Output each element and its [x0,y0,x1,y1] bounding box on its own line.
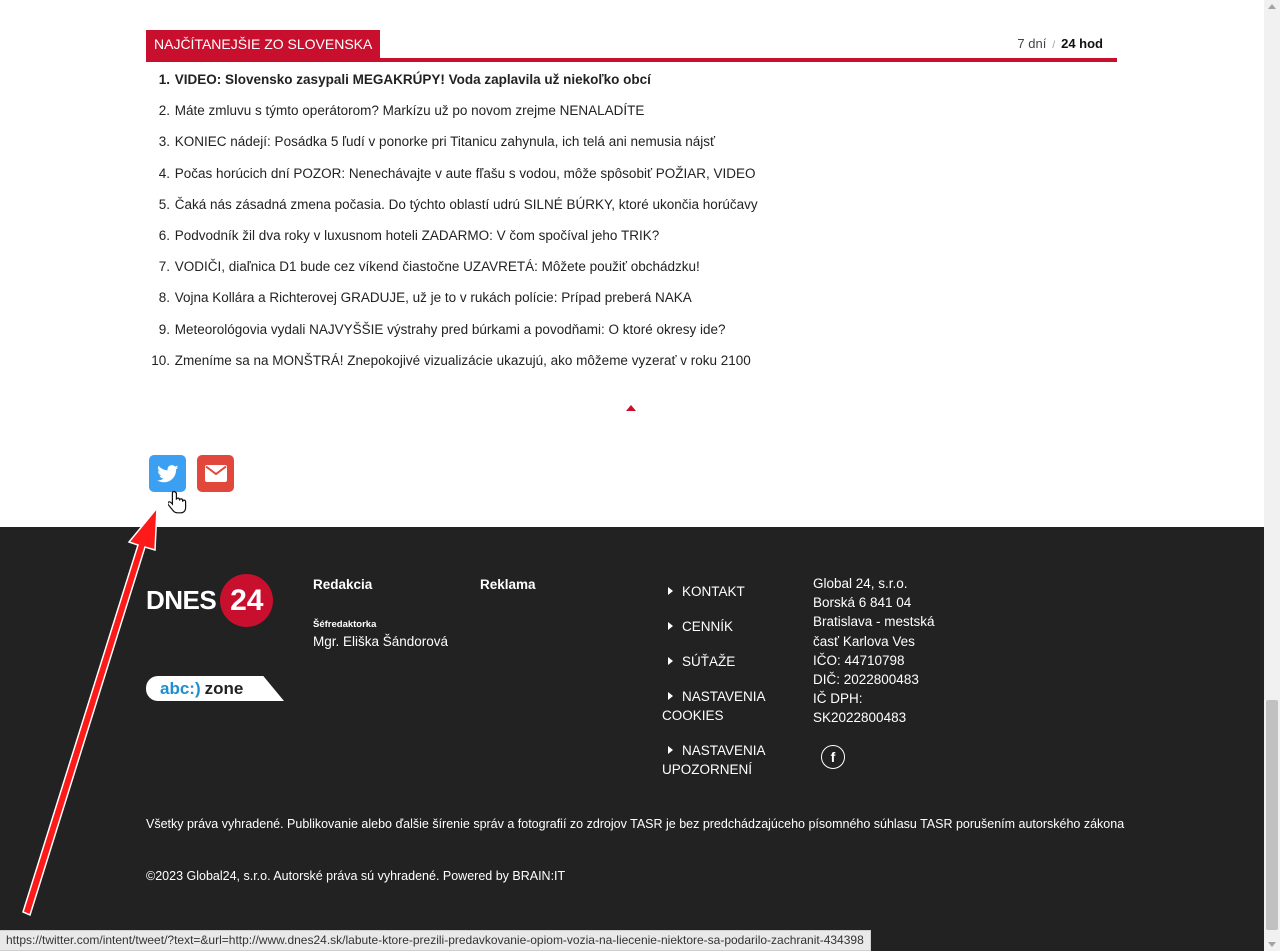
article-link[interactable]: VIDEO: Slovensko zasypali MEGAKRÚPY! Vod… [175,72,651,87]
address-line: Borská 6 841 04 [813,595,912,611]
status-bar-url: https://twitter.com/intent/tweet/?text=&… [0,930,871,951]
article-link[interactable]: Máte zmluvu s týmto operátorom? Markízu … [175,103,645,118]
logo-number: 24 [220,574,274,627]
article-link[interactable]: Čaká nás zásadná zmena počasia. Do týcht… [175,197,758,212]
rights-notice: Všetky práva vyhradené. Publikovanie ale… [146,817,1125,831]
abc-zone-logo[interactable]: abc:) zone [146,676,284,701]
article-link[interactable]: Zmeníme sa na MONŠTRÁ! Znepokojivé vizua… [175,353,751,368]
article-link[interactable]: VODIČI, diaľnica D1 bude cez víkend čias… [175,259,700,274]
facebook-icon[interactable]: f [821,745,845,769]
list-item[interactable]: 6. Podvodník žil dva roky v luxusnom hot… [146,220,1117,251]
editor-name: Mgr. Eliška Šándorová [313,634,449,649]
footer: DNES 24 abc:) zone Redakcia Šéfredaktorka… [0,527,1264,951]
address-line: DIČ: 2022800483 [813,672,919,688]
footer-link-sutaze[interactable]: SÚŤAŽE [662,652,792,671]
list-item[interactable]: 4. Počas horúcich dní POZOR: Nenechávajt… [146,158,1117,189]
list-item[interactable]: 1. VIDEO: Slovensko zasypali MEGAKRÚPY! … [146,64,1117,95]
list-item[interactable]: 9. Meteorológovia vydali NAJVYŠŠIE výstr… [146,314,1117,345]
footer-link-cennik[interactable]: CENNÍK [662,617,792,636]
list-item[interactable]: 3. KONIEC nádejí: Posádka 5 ľudí v ponor… [146,126,1117,157]
triangle-right-icon [668,587,673,595]
triangle-right-icon [668,657,673,665]
list-item[interactable]: 2. Máte zmluvu s týmto operátorom? Markí… [146,95,1117,126]
abc-zone-part2: zone [204,678,244,698]
article-link[interactable]: Meteorológovia vydali NAJVYŠŠIE výstrahy… [175,322,726,337]
triangle-right-icon [668,622,673,630]
address-line: IČ DPH: SK2022800483 [813,691,907,726]
email-share-button[interactable] [197,455,234,492]
triangle-right-icon [668,746,673,754]
twitter-icon [156,464,178,482]
dnes24-logo[interactable]: DNES 24 [146,574,274,627]
most-read-tabs: 7 dní / 24 hod [1017,36,1103,51]
footer-link-kontakt[interactable]: KONTAKT [662,582,792,601]
article-link[interactable]: KONIEC nádejí: Posádka 5 ľudí v ponorke … [175,134,715,149]
footer-link-upozornenia[interactable]: NASTAVENIA UPOZORNENÍ [662,741,792,779]
scroll-up-arrow-icon[interactable] [1268,4,1276,9]
abc-zone-part1: abc:) [160,678,201,698]
logo-text: DNES [146,585,217,615]
redakcia-heading: Redakcia [313,577,373,592]
scroll-down-arrow-icon[interactable] [1268,942,1276,947]
most-read-header: NAJČÍTANEJŠIE ZO SLOVENSKA 7 dní / 24 hod [146,30,1117,62]
twitter-share-button[interactable] [149,455,186,492]
address-line: Bratislava - mestská časť Karlova Ves [813,614,935,649]
footer-links: KONTAKT CENNÍK SÚŤAŽE NASTAVENIA COOKIES… [662,582,792,795]
editor-role: Šéfredaktorka [313,619,377,630]
most-read-list: 1. VIDEO: Slovensko zasypali MEGAKRÚPY! … [146,64,1117,376]
article-link[interactable]: Počas horúcich dní POZOR: Nenechávajte v… [175,166,756,181]
hand-cursor-icon [168,490,187,514]
footer-link-cookies[interactable]: NASTAVENIA COOKIES [662,687,792,725]
list-item[interactable]: 8. Vojna Kollára a Richterovej GRADUJE, … [146,282,1117,313]
envelope-icon [204,465,227,482]
scrollbar-thumb[interactable] [1266,700,1278,930]
address-line: Global 24, s.r.o. [813,576,908,591]
article-link[interactable]: Podvodník žil dva roky v luxusnom hoteli… [175,228,659,243]
list-item[interactable]: 5. Čaká nás zásadná zmena počasia. Do tý… [146,189,1117,220]
reklama-heading[interactable]: Reklama [480,577,536,592]
scroll-to-top-icon[interactable] [626,405,636,411]
triangle-right-icon [668,692,673,700]
article-link[interactable]: Vojna Kollára a Richterovej GRADUJE, už … [175,290,692,305]
tab-separator: / [1052,40,1056,51]
tab-7-days[interactable]: 7 dní [1017,36,1046,51]
company-address: Global 24, s.r.o. Borská 6 841 04 Bratis… [813,574,943,728]
list-item[interactable]: 10. Zmeníme sa na MONŠTRÁ! Znepokojivé v… [146,345,1117,376]
address-line: IČO: 44710798 [813,652,905,668]
list-item[interactable]: 7. VODIČI, diaľnica D1 bude cez víkend č… [146,251,1117,282]
page-scrollbar[interactable] [1264,0,1280,951]
copyright: ©2023 Global24, s.r.o. Autorské práva sú… [146,869,566,883]
most-read-title: NAJČÍTANEJŠIE ZO SLOVENSKA [146,30,381,58]
tab-24-hours[interactable]: 24 hod [1061,36,1103,51]
